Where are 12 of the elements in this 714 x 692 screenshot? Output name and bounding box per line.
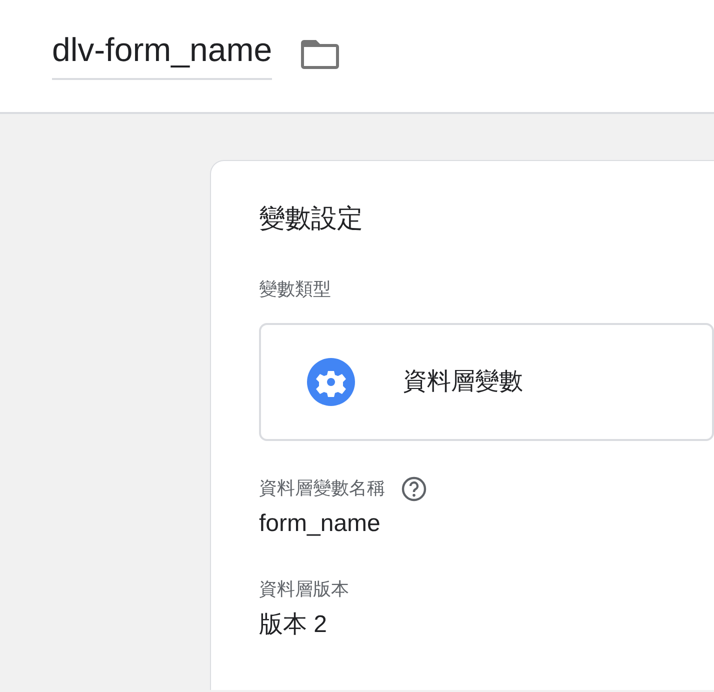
field-value: 版本 2	[259, 610, 328, 640]
name-field[interactable]: dlv-form_name	[52, 30, 272, 80]
field-label: 變數類型	[259, 278, 332, 301]
card-heading: 變數設定	[259, 202, 364, 235]
variable-type-name: 資料層變數	[403, 367, 523, 397]
field-label: 資料層版本	[259, 578, 349, 601]
variable-type-selector[interactable]: 資料層變數	[259, 323, 714, 441]
field-label: 資料層變數名稱	[259, 477, 385, 500]
gear-icon	[307, 358, 355, 406]
folder-icon[interactable]	[300, 38, 340, 70]
help-icon[interactable]	[401, 476, 427, 502]
field-value: form_name	[259, 509, 382, 539]
